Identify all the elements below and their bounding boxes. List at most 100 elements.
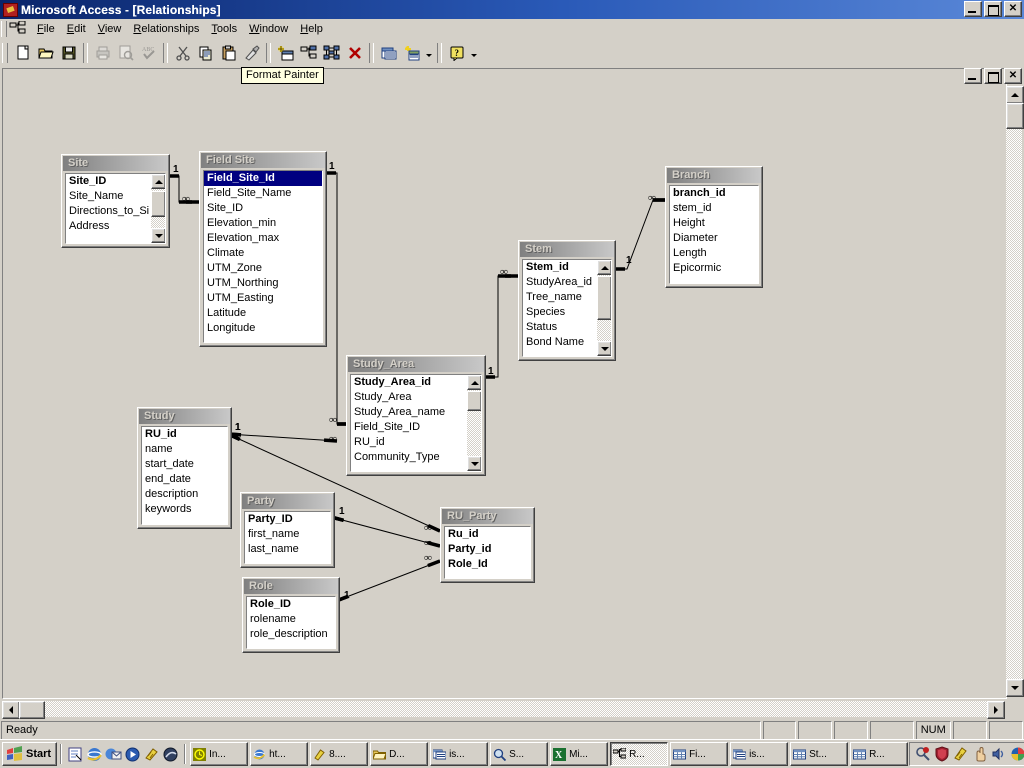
- taskbar-button[interactable]: D...: [370, 742, 429, 766]
- field-row[interactable]: rolename: [247, 612, 335, 627]
- field-row[interactable]: Community_Type: [351, 450, 470, 465]
- mdi-minimize-button[interactable]: [964, 68, 982, 84]
- table-box-role[interactable]: Role Role_ID rolename role_description: [242, 577, 340, 653]
- database-window-icon[interactable]: [377, 42, 400, 64]
- copy-icon[interactable]: [194, 42, 217, 64]
- taskbar-button[interactable]: 8....: [310, 742, 369, 766]
- field-row[interactable]: Climate: [204, 246, 322, 261]
- start-button[interactable]: Start: [2, 742, 58, 766]
- outlook-express-icon[interactable]: [105, 746, 122, 763]
- taskbar-button[interactable]: X Mi...: [550, 742, 609, 766]
- field-row[interactable]: Field_Site_Id: [204, 171, 322, 186]
- table-title[interactable]: RU_Party: [442, 509, 533, 524]
- field-row[interactable]: Site_ID: [204, 201, 322, 216]
- display-icon[interactable]: [1010, 746, 1024, 762]
- field-row[interactable]: role_description: [247, 627, 335, 642]
- field-scroll-thumb[interactable]: [151, 191, 165, 217]
- field-row[interactable]: Height: [670, 216, 758, 231]
- table-title[interactable]: Role: [244, 579, 338, 594]
- mdi-restore-button[interactable]: [984, 68, 1002, 84]
- taskbar-button[interactable]: St...: [790, 742, 849, 766]
- field-list[interactable]: Role_ID rolename role_description: [246, 596, 336, 649]
- relationships-canvas[interactable]: Site Site_ID Site_Name Directions_to_Si Addr…: [2, 68, 1007, 699]
- field-row[interactable]: Status: [523, 320, 600, 335]
- menu-window[interactable]: Window: [243, 21, 294, 37]
- taskbar-button[interactable]: ht...: [250, 742, 309, 766]
- field-row[interactable]: Diameter: [670, 231, 758, 246]
- scroll-right-button[interactable]: [987, 701, 1005, 719]
- table-title[interactable]: Study_Area: [348, 357, 484, 372]
- table-title[interactable]: Stem: [520, 242, 614, 257]
- table-box-party[interactable]: Party Party_ID first_name last_name: [240, 492, 335, 568]
- field-row[interactable]: Study_Area_name: [351, 405, 470, 420]
- table-box-ru-party[interactable]: RU_Party Ru_id Party_id Role_Id: [440, 507, 535, 583]
- field-row[interactable]: Field_Site_ID: [351, 420, 470, 435]
- field-row[interactable]: Party_id: [445, 542, 530, 557]
- new-object-dropdown-arrow[interactable]: [423, 42, 434, 64]
- hscroll-track[interactable]: [2, 701, 1005, 717]
- table-box-study[interactable]: Study RU_id name start_date end_date descript…: [137, 407, 232, 529]
- relationship-line[interactable]: [482, 275, 518, 378]
- field-scroll-up-button[interactable]: [467, 375, 481, 390]
- hand-icon[interactable]: [972, 746, 988, 762]
- table-box-field-site[interactable]: Field Site Field_Site_Id Field_Site_Name Si…: [199, 151, 327, 347]
- field-row[interactable]: Field_Site_Name: [204, 186, 322, 201]
- open-folder-icon[interactable]: [34, 42, 57, 64]
- vscroll-thumb[interactable]: [1006, 103, 1024, 129]
- field-row[interactable]: name: [142, 442, 227, 457]
- field-scroll-down-button[interactable]: [597, 341, 611, 356]
- menu-file[interactable]: File: [31, 21, 61, 37]
- field-row[interactable]: Length: [670, 246, 758, 261]
- scroll-left-button[interactable]: [2, 701, 20, 719]
- field-row[interactable]: branch_id: [670, 186, 758, 201]
- vscroll-track[interactable]: [1006, 86, 1022, 697]
- winzip-icon[interactable]: [143, 746, 160, 763]
- field-list-scrollbar[interactable]: [151, 174, 165, 243]
- show-direct-relationships-icon[interactable]: [297, 42, 320, 64]
- help-icon[interactable]: ?: [445, 42, 468, 64]
- field-row[interactable]: Longitude: [204, 321, 322, 336]
- menu-help[interactable]: Help: [294, 21, 329, 37]
- table-title[interactable]: Party: [242, 494, 333, 509]
- table-box-site[interactable]: Site Site_ID Site_Name Directions_to_Si Addr…: [61, 154, 170, 248]
- field-row[interactable]: Species: [523, 305, 600, 320]
- menu-view[interactable]: View: [92, 21, 128, 37]
- field-row[interactable]: first_name: [245, 527, 330, 542]
- hscroll-thumb[interactable]: [19, 701, 45, 719]
- menu-relationships[interactable]: Relationships: [127, 21, 205, 37]
- field-row[interactable]: Site_ID: [66, 174, 154, 189]
- show-desktop-icon[interactable]: [67, 746, 84, 763]
- mdi-close-button[interactable]: ✕: [1004, 68, 1022, 84]
- field-row[interactable]: RU_id: [351, 435, 470, 450]
- table-title[interactable]: Site: [63, 156, 168, 171]
- taskbar-button[interactable]: R...: [610, 742, 669, 766]
- field-row[interactable]: Study_Area_id: [351, 375, 470, 390]
- show-all-relationships-icon[interactable]: [320, 42, 343, 64]
- field-scroll-down-button[interactable]: [467, 456, 481, 471]
- minimize-button[interactable]: [964, 1, 982, 17]
- field-list[interactable]: branch_id stem_id Height Diameter Length Epic…: [669, 185, 759, 284]
- taskbar-button[interactable]: S...: [490, 742, 549, 766]
- field-scroll-down-button[interactable]: [151, 228, 165, 243]
- field-row[interactable]: stem_id: [670, 201, 758, 216]
- table-title[interactable]: Branch: [667, 168, 761, 183]
- paste-clipboard-icon[interactable]: [217, 42, 240, 64]
- relationship-line[interactable]: [612, 199, 665, 270]
- magnifier-icon[interactable]: [915, 746, 931, 762]
- field-row[interactable]: UTM_Northing: [204, 276, 322, 291]
- field-list[interactable]: Site_ID Site_Name Directions_to_Si Address: [65, 173, 166, 244]
- field-list[interactable]: Ru_id Party_id Role_Id: [444, 526, 531, 579]
- field-row[interactable]: Role_ID: [247, 597, 335, 612]
- field-row[interactable]: description: [142, 487, 227, 502]
- menu-edit[interactable]: Edit: [61, 21, 92, 37]
- field-row[interactable]: Site_Name: [66, 189, 154, 204]
- field-row[interactable]: start_date: [142, 457, 227, 472]
- table-box-study-area[interactable]: Study_Area Study_Area_id Study_Area Study_A…: [346, 355, 486, 476]
- volume-icon[interactable]: [991, 746, 1007, 762]
- field-row[interactable]: Address: [66, 219, 154, 234]
- field-list[interactable]: Party_ID first_name last_name: [244, 511, 331, 564]
- menu-tools[interactable]: Tools: [205, 21, 243, 37]
- canvas-vertical-scrollbar[interactable]: [1006, 86, 1024, 697]
- field-row[interactable]: Epicormic: [670, 261, 758, 276]
- format-painter-icon[interactable]: [240, 42, 263, 64]
